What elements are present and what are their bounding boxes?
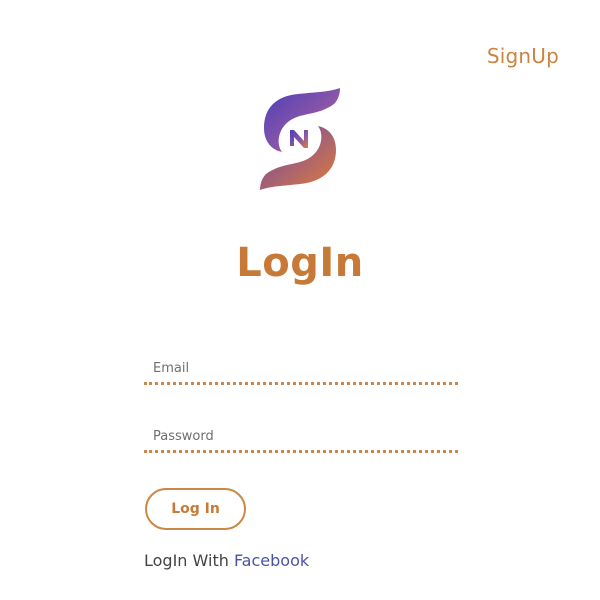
social-login-prefix: LogIn With: [144, 551, 234, 570]
login-button[interactable]: Log In: [145, 488, 246, 530]
social-login-line: LogIn With Facebook: [144, 551, 309, 570]
page-title: LogIn: [236, 240, 364, 286]
signup-link[interactable]: SignUp: [487, 44, 559, 68]
login-page: SignUp LogIn Log In LogIn With F: [0, 0, 600, 600]
brand-logo-icon: [260, 88, 340, 190]
facebook-login-link[interactable]: Facebook: [234, 551, 309, 570]
email-field-group: [144, 361, 458, 385]
password-underline: [144, 450, 458, 453]
password-input[interactable]: [144, 429, 458, 450]
email-underline: [144, 382, 458, 385]
email-input[interactable]: [144, 361, 458, 382]
password-field-group: [144, 429, 458, 453]
